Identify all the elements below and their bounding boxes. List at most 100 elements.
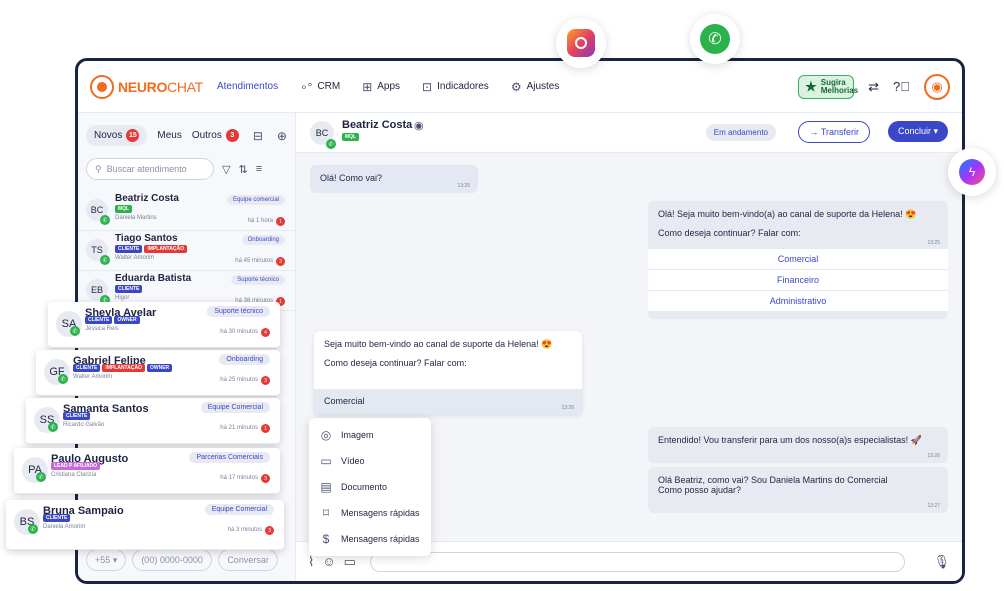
attach-video[interactable]: ▭ Vídeo — [309, 448, 431, 474]
emoji-icon[interactable]: ☺ — [322, 554, 335, 569]
swap-icon[interactable]: ⇄ — [868, 79, 879, 95]
unread-badge: 3 — [261, 376, 270, 385]
message-quoted: Seja muito bem-vindo ao canal de suporte… — [314, 331, 582, 415]
microphone-icon[interactable]: 🎙 — [933, 554, 950, 570]
agent-name: Jéssica Reis — [85, 326, 119, 332]
apps-icon: ⊞ — [362, 79, 373, 94]
tab-novos[interactable]: Novos 15 — [86, 125, 148, 146]
timestamp: há 17 minutos — [220, 475, 258, 481]
contact-name: Tiago Santos — [115, 233, 178, 244]
tag-label: CLIENTE — [43, 514, 71, 522]
instagram-icon — [567, 29, 595, 57]
tag-label: OWNER — [114, 316, 140, 324]
dollar-icon: $ — [322, 532, 330, 546]
list-item[interactable]: TS ✆ Tiago Santos CLIENTE IMPLANTAÇÃO Walter … — [78, 231, 295, 271]
eye-icon[interactable]: ◉ — [414, 119, 424, 132]
whatsapp-icon: ✆ — [70, 326, 80, 336]
help-icon[interactable]: ?⃝ — [893, 79, 910, 94]
star-icon: ★ — [805, 78, 817, 94]
agent-name: Walter Amorim — [73, 374, 113, 380]
agent-name: Higor — [115, 295, 130, 301]
agent-name: Daniela Amorim — [43, 524, 86, 530]
message-input[interactable] — [369, 551, 906, 572]
search-icon: ⚲ — [95, 163, 102, 174]
agent-name: Daniela Martins — [115, 215, 157, 221]
conclude-button[interactable]: Concluir ▾ — [887, 121, 948, 142]
search-input[interactable]: ⚲ Buscar atendimento — [86, 158, 214, 180]
whatsapp-icon: ✆ — [100, 215, 110, 225]
unread-badge: 1 — [276, 217, 285, 226]
attach-quick-replies[interactable]: ⌑ Mensagens rápidas — [309, 500, 431, 526]
timestamp: há 3 minutos — [227, 527, 262, 533]
conversation-card[interactable]: PA ✆ Paulo Augusto LEAD P AFILIADO Cristiana… — [14, 448, 280, 494]
start-chat-button[interactable]: Conversar — [218, 549, 278, 571]
tag-mql: MQL — [342, 133, 360, 141]
agent-name: Cristiana Clarizia — [51, 472, 97, 478]
conversation-card[interactable]: BS ✆ Bruna Sampaio CLIENTE Daniela Amorim Equ… — [6, 500, 284, 550]
add-icon[interactable]: ⊕ — [277, 129, 287, 143]
menu-icon[interactable]: ≡ — [256, 163, 262, 175]
department-badge: Equipe Comercial — [204, 504, 274, 515]
logo-text-a: NEURO — [118, 78, 168, 95]
tag-label: CLIENTE — [73, 364, 101, 372]
nav-indicadores[interactable]: ⊡ Indicadores — [422, 80, 489, 94]
archive-icon[interactable]: ⊟ — [253, 129, 263, 143]
chat-header: BC ✆ Beatriz Costa MQL ◉ Em andamento → … — [296, 113, 962, 153]
main-nav: Atendimentos ∘° CRM ⊞ Apps ⊡ Indicadores ⚙ A… — [217, 80, 559, 94]
logo-icon — [90, 74, 114, 99]
image-icon: ◎ — [320, 428, 332, 442]
whatsapp-icon: ✆ — [28, 524, 38, 534]
tab-meus[interactable]: Meus — [157, 130, 181, 141]
sort-icon[interactable]: ⇅ — [238, 163, 247, 176]
top-bar: NEUROCHAT Atendimentos ∘° CRM ⊞ Apps ⊡ Indi… — [78, 61, 962, 113]
suggest-button[interactable]: ★ Sugira Melhorias — [798, 74, 858, 99]
agent-name: Ricardo Galvão — [63, 422, 105, 428]
whatsapp-icon: ✆ — [100, 255, 110, 265]
unread-badge: 4 — [261, 328, 270, 337]
nav-crm[interactable]: ∘° CRM — [300, 80, 340, 94]
nav-atendimentos[interactable]: Atendimentos — [217, 81, 278, 92]
tag-label: CLIENTE — [115, 285, 143, 293]
option-comercial[interactable]: Comercial — [648, 248, 948, 269]
logo[interactable]: NEUROCHAT — [90, 74, 203, 99]
chart-icon: ⊡ — [422, 79, 433, 94]
filter-icon[interactable]: ▽ — [222, 163, 230, 176]
user-avatar[interactable]: ◉ — [924, 73, 950, 100]
tab-outros[interactable]: Outros 3 — [192, 129, 239, 142]
phone-input[interactable]: (00) 0000-0000 — [132, 549, 213, 571]
option-administrativo[interactable]: Administrativo — [648, 290, 948, 311]
video-icon: ▭ — [320, 454, 332, 468]
conversation-list: BC ✆ Beatriz Costa MQL Daniela Martins Equipe… — [78, 191, 295, 311]
attach-quick-replies-2[interactable]: $ Mensagens rápidas — [309, 526, 431, 552]
tag-label: CLIENTE — [85, 316, 113, 324]
messenger-icon: ϟ — [959, 159, 985, 185]
count-badge: 15 — [126, 129, 140, 142]
tag-list: CLIENTE — [63, 412, 91, 420]
unread-badge: 3 — [261, 474, 270, 483]
quick-reply-icon: ⌑ — [322, 506, 330, 520]
attach-document[interactable]: ▤ Documento — [309, 474, 431, 500]
attach-image[interactable]: ◎ Imagem — [309, 422, 431, 448]
list-item[interactable]: BC ✆ Beatriz Costa MQL Daniela Martins Equipe… — [78, 191, 295, 231]
option-financeiro[interactable]: Financeiro — [648, 269, 948, 290]
whatsapp-icon: ✆ — [700, 24, 730, 54]
nav-apps[interactable]: ⊞ Apps — [362, 80, 400, 94]
tag-label: IMPLANTAÇÃO — [102, 364, 145, 372]
conversation-card[interactable]: SS ✆ Samanta Santos CLIENTE Ricardo Galvão Eq… — [26, 398, 280, 444]
tag-list: CLIENTE OWNER — [85, 316, 140, 324]
message-outgoing: Olá Beatriz, como vai? Sou Daniela Marti… — [648, 467, 948, 513]
department-badge: Suporte técnico — [207, 306, 270, 317]
nav-ajustes[interactable]: ⚙ Ajustes — [511, 80, 560, 94]
unread-badge: 3 — [265, 526, 274, 535]
transfer-button[interactable]: → Transferir — [798, 121, 870, 143]
ddd-select[interactable]: +55 ▾ — [86, 549, 127, 571]
crm-icon: ∘° — [300, 79, 313, 94]
conversation-card[interactable]: SA ✆ Sheyla Avelar CLIENTE OWNER Jéssica Reis… — [48, 302, 280, 348]
whatsapp-icon: ✆ — [48, 422, 58, 432]
department-badge: Parcerias Comerciais — [189, 452, 270, 463]
messenger-badge: ϟ — [948, 148, 996, 196]
tag-list: CLIENTE — [43, 514, 71, 522]
document-icon: ▤ — [320, 480, 332, 494]
tag-label: OWNER — [146, 364, 173, 372]
conversation-card[interactable]: GF ✆ Gabriel Felipe CLIENTE IMPLANTAÇÃO OWNER… — [36, 350, 280, 396]
